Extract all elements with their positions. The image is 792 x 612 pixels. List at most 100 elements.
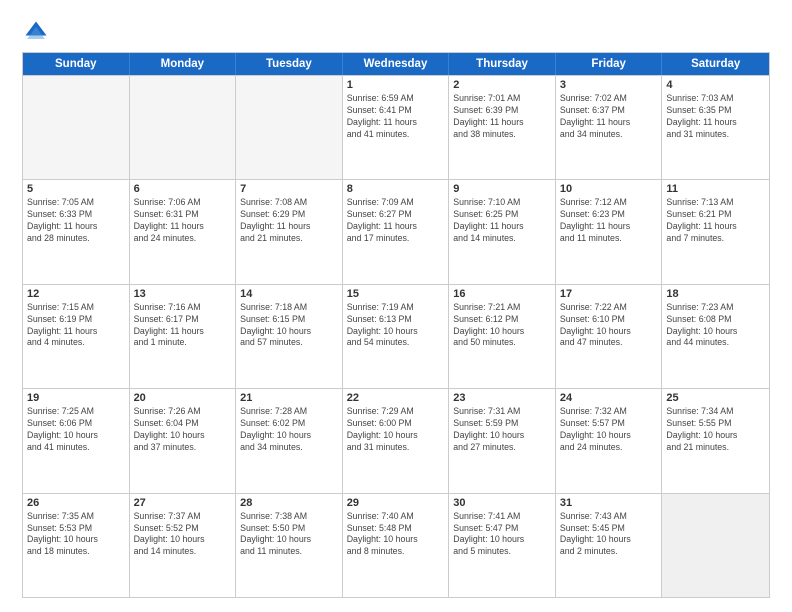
day-number: 18	[666, 288, 765, 300]
day-info: Sunrise: 6:59 AM Sunset: 6:41 PM Dayligh…	[347, 93, 445, 141]
cal-cell: 9 Sunrise: 7:10 AM Sunset: 6:25 PM Daylig…	[449, 180, 556, 283]
day-number: 4	[666, 79, 765, 91]
cal-week-2: 5 Sunrise: 7:05 AM Sunset: 6:33 PM Daylig…	[23, 179, 769, 283]
cal-header-friday: Friday	[556, 53, 663, 75]
cal-cell: 18 Sunrise: 7:23 AM Sunset: 6:08 PM Dayli…	[662, 285, 769, 388]
day-info: Sunrise: 7:37 AM Sunset: 5:52 PM Dayligh…	[134, 511, 232, 559]
cal-header-monday: Monday	[130, 53, 237, 75]
day-info: Sunrise: 7:25 AM Sunset: 6:06 PM Dayligh…	[27, 406, 125, 454]
day-number: 23	[453, 392, 551, 404]
logo-icon	[22, 18, 50, 46]
cal-header-sunday: Sunday	[23, 53, 130, 75]
cal-cell: 4Sunrise: 7:03 AM Sunset: 6:35 PM Daylig…	[662, 76, 769, 179]
day-info: Sunrise: 7:23 AM Sunset: 6:08 PM Dayligh…	[666, 302, 765, 350]
day-info: Sunrise: 7:09 AM Sunset: 6:27 PM Dayligh…	[347, 197, 445, 245]
cal-cell: 3 Sunrise: 7:02 AM Sunset: 6:37 PM Daylig…	[556, 76, 663, 179]
day-info: Sunrise: 7:32 AM Sunset: 5:57 PM Dayligh…	[560, 406, 658, 454]
day-info: Sunrise: 7:21 AM Sunset: 6:12 PM Dayligh…	[453, 302, 551, 350]
cal-week-3: 12 Sunrise: 7:15 AM Sunset: 6:19 PM Dayli…	[23, 284, 769, 388]
day-number: 8	[347, 183, 445, 195]
day-number: 24	[560, 392, 658, 404]
day-info: Sunrise: 7:19 AM Sunset: 6:13 PM Dayligh…	[347, 302, 445, 350]
day-info: Sunrise: 7:06 AM Sunset: 6:31 PM Dayligh…	[134, 197, 232, 245]
cal-cell: 6 Sunrise: 7:06 AM Sunset: 6:31 PM Daylig…	[130, 180, 237, 283]
day-number: 12	[27, 288, 125, 300]
cal-cell	[23, 76, 130, 179]
day-info: Sunrise: 7:15 AM Sunset: 6:19 PM Dayligh…	[27, 302, 125, 350]
cal-cell: 20 Sunrise: 7:26 AM Sunset: 6:04 PM Dayli…	[130, 389, 237, 492]
day-number: 31	[560, 497, 658, 509]
day-info: Sunrise: 7:10 AM Sunset: 6:25 PM Dayligh…	[453, 197, 551, 245]
day-number: 16	[453, 288, 551, 300]
day-info: Sunrise: 7:40 AM Sunset: 5:48 PM Dayligh…	[347, 511, 445, 559]
day-info: Sunrise: 7:05 AM Sunset: 6:33 PM Dayligh…	[27, 197, 125, 245]
page: SundayMondayTuesdayWednesdayThursdayFrid…	[0, 0, 792, 612]
day-number: 19	[27, 392, 125, 404]
day-info: Sunrise: 7:38 AM Sunset: 5:50 PM Dayligh…	[240, 511, 338, 559]
day-number: 3	[560, 79, 658, 91]
day-info: Sunrise: 7:43 AM Sunset: 5:45 PM Dayligh…	[560, 511, 658, 559]
day-info: Sunrise: 7:08 AM Sunset: 6:29 PM Dayligh…	[240, 197, 338, 245]
day-number: 21	[240, 392, 338, 404]
cal-cell	[130, 76, 237, 179]
day-info: Sunrise: 7:12 AM Sunset: 6:23 PM Dayligh…	[560, 197, 658, 245]
day-info: Sunrise: 7:34 AM Sunset: 5:55 PM Dayligh…	[666, 406, 765, 454]
cal-cell: 19 Sunrise: 7:25 AM Sunset: 6:06 PM Dayli…	[23, 389, 130, 492]
day-number: 14	[240, 288, 338, 300]
cal-cell: 17Sunrise: 7:22 AM Sunset: 6:10 PM Dayli…	[556, 285, 663, 388]
day-number: 22	[347, 392, 445, 404]
cal-week-5: 26Sunrise: 7:35 AM Sunset: 5:53 PM Dayli…	[23, 493, 769, 597]
day-number: 30	[453, 497, 551, 509]
day-number: 29	[347, 497, 445, 509]
cal-cell: 26Sunrise: 7:35 AM Sunset: 5:53 PM Dayli…	[23, 494, 130, 597]
cal-cell: 15Sunrise: 7:19 AM Sunset: 6:13 PM Dayli…	[343, 285, 450, 388]
cal-cell	[236, 76, 343, 179]
cal-cell: 31 Sunrise: 7:43 AM Sunset: 5:45 PM Dayli…	[556, 494, 663, 597]
cal-week-1: 1Sunrise: 6:59 AM Sunset: 6:41 PM Daylig…	[23, 75, 769, 179]
day-info: Sunrise: 7:28 AM Sunset: 6:02 PM Dayligh…	[240, 406, 338, 454]
cal-cell: 28Sunrise: 7:38 AM Sunset: 5:50 PM Dayli…	[236, 494, 343, 597]
day-number: 2	[453, 79, 551, 91]
cal-cell: 2 Sunrise: 7:01 AM Sunset: 6:39 PM Daylig…	[449, 76, 556, 179]
day-number: 11	[666, 183, 765, 195]
day-number: 9	[453, 183, 551, 195]
day-number: 7	[240, 183, 338, 195]
cal-cell: 24 Sunrise: 7:32 AM Sunset: 5:57 PM Dayli…	[556, 389, 663, 492]
cal-cell: 5 Sunrise: 7:05 AM Sunset: 6:33 PM Daylig…	[23, 180, 130, 283]
calendar: SundayMondayTuesdayWednesdayThursdayFrid…	[22, 52, 770, 598]
day-info: Sunrise: 7:26 AM Sunset: 6:04 PM Dayligh…	[134, 406, 232, 454]
day-info: Sunrise: 7:41 AM Sunset: 5:47 PM Dayligh…	[453, 511, 551, 559]
cal-cell: 30 Sunrise: 7:41 AM Sunset: 5:47 PM Dayli…	[449, 494, 556, 597]
day-number: 20	[134, 392, 232, 404]
cal-cell: 8 Sunrise: 7:09 AM Sunset: 6:27 PM Daylig…	[343, 180, 450, 283]
day-number: 6	[134, 183, 232, 195]
day-info: Sunrise: 7:02 AM Sunset: 6:37 PM Dayligh…	[560, 93, 658, 141]
calendar-body: 1Sunrise: 6:59 AM Sunset: 6:41 PM Daylig…	[23, 75, 769, 597]
cal-cell: 7 Sunrise: 7:08 AM Sunset: 6:29 PM Daylig…	[236, 180, 343, 283]
day-number: 13	[134, 288, 232, 300]
cal-cell: 27Sunrise: 7:37 AM Sunset: 5:52 PM Dayli…	[130, 494, 237, 597]
day-info: Sunrise: 7:01 AM Sunset: 6:39 PM Dayligh…	[453, 93, 551, 141]
cal-header-wednesday: Wednesday	[343, 53, 450, 75]
day-info: Sunrise: 7:29 AM Sunset: 6:00 PM Dayligh…	[347, 406, 445, 454]
logo	[22, 18, 54, 46]
cal-cell: 22 Sunrise: 7:29 AM Sunset: 6:00 PM Dayli…	[343, 389, 450, 492]
day-number: 5	[27, 183, 125, 195]
day-info: Sunrise: 7:18 AM Sunset: 6:15 PM Dayligh…	[240, 302, 338, 350]
cal-cell: 25 Sunrise: 7:34 AM Sunset: 5:55 PM Dayli…	[662, 389, 769, 492]
cal-cell: 1Sunrise: 6:59 AM Sunset: 6:41 PM Daylig…	[343, 76, 450, 179]
cal-header-thursday: Thursday	[449, 53, 556, 75]
day-number: 10	[560, 183, 658, 195]
cal-cell: 29 Sunrise: 7:40 AM Sunset: 5:48 PM Dayli…	[343, 494, 450, 597]
cal-cell: 14 Sunrise: 7:18 AM Sunset: 6:15 PM Dayli…	[236, 285, 343, 388]
day-number: 25	[666, 392, 765, 404]
day-info: Sunrise: 7:35 AM Sunset: 5:53 PM Dayligh…	[27, 511, 125, 559]
cal-cell: 23Sunrise: 7:31 AM Sunset: 5:59 PM Dayli…	[449, 389, 556, 492]
day-info: Sunrise: 7:16 AM Sunset: 6:17 PM Dayligh…	[134, 302, 232, 350]
cal-cell: 11 Sunrise: 7:13 AM Sunset: 6:21 PM Dayli…	[662, 180, 769, 283]
cal-header-saturday: Saturday	[662, 53, 769, 75]
calendar-header-row: SundayMondayTuesdayWednesdayThursdayFrid…	[23, 53, 769, 75]
cal-header-tuesday: Tuesday	[236, 53, 343, 75]
cal-cell: 12 Sunrise: 7:15 AM Sunset: 6:19 PM Dayli…	[23, 285, 130, 388]
day-info: Sunrise: 7:13 AM Sunset: 6:21 PM Dayligh…	[666, 197, 765, 245]
